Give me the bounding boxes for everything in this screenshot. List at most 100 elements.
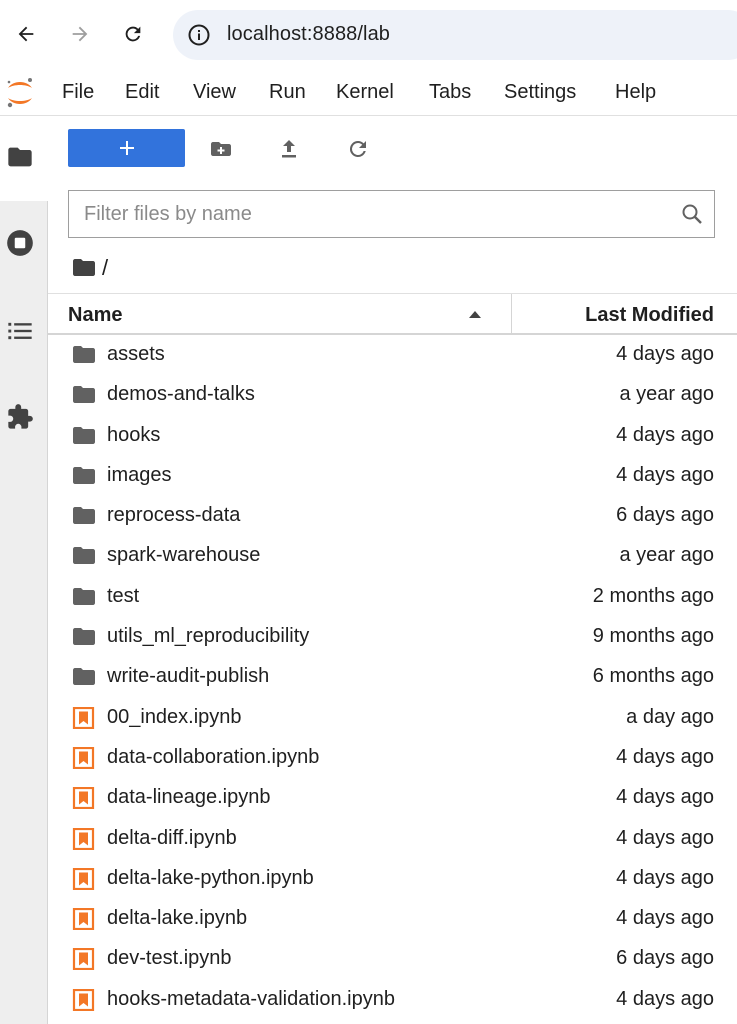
- file-last-modified: 9 months ago: [592, 625, 714, 648]
- forward-button[interactable]: [60, 14, 100, 54]
- folder-icon: [73, 507, 95, 525]
- column-divider[interactable]: [511, 294, 512, 334]
- file-name: hooks-metadata-validation.ipynb: [107, 987, 395, 1010]
- file-last-modified: 6 days ago: [616, 947, 714, 970]
- notebook-list-item[interactable]: delta-lake-python.ipynb 4 days ago: [48, 859, 737, 899]
- running-stop-icon: [7, 230, 33, 256]
- folder-icon: [73, 346, 95, 363]
- file-browser-panel: / Name Last Modified assets 4 days ago de…: [48, 117, 737, 1024]
- notebook-icon: [72, 706, 95, 729]
- main-menu-bar: File Edit View Run Kernel Tabs Settings …: [0, 70, 737, 116]
- folder-list-item[interactable]: demos-and-talks a year ago: [48, 375, 737, 415]
- folder-list-item[interactable]: spark-warehouse a year ago: [48, 536, 737, 576]
- file-name: spark-warehouse: [107, 544, 261, 567]
- menu-file[interactable]: File: [62, 81, 94, 104]
- upload-button[interactable]: [275, 135, 303, 163]
- extension-puzzle-icon: [8, 404, 33, 429]
- notebook-icon: [72, 746, 95, 769]
- filter-files-input[interactable]: [70, 192, 670, 236]
- menu-view[interactable]: View: [193, 81, 236, 104]
- notebook-list-item[interactable]: data-lineage.ipynb 4 days ago: [48, 778, 737, 818]
- file-last-modified: 4 days ago: [616, 866, 714, 889]
- menu-kernel[interactable]: Kernel: [336, 81, 394, 104]
- menu-tabs[interactable]: Tabs: [429, 81, 471, 104]
- file-list-header: Name Last Modified: [48, 293, 737, 335]
- folder-list-item[interactable]: test 2 months ago: [48, 577, 737, 617]
- extension-manager-tab[interactable]: [4, 401, 36, 433]
- url-text[interactable]: localhost:8888/lab: [227, 23, 390, 46]
- notebook-list-item[interactable]: delta-diff.ipynb 4 days ago: [48, 819, 737, 859]
- folder-icon: [73, 547, 95, 565]
- plus-icon: [119, 141, 134, 155]
- folder-list-item[interactable]: assets 4 days ago: [48, 335, 737, 375]
- file-last-modified: 4 days ago: [616, 786, 714, 809]
- file-last-modified: 6 days ago: [616, 504, 714, 527]
- file-name: assets: [107, 343, 165, 365]
- menu-settings[interactable]: Settings: [504, 81, 576, 104]
- folder-list-item[interactable]: utils_ml_reproducibility 9 months ago: [48, 617, 737, 657]
- file-name: delta-diff.ipynb: [107, 826, 237, 849]
- new-launcher-button[interactable]: [68, 129, 185, 167]
- file-name: reprocess-data: [107, 504, 241, 527]
- new-folder-button[interactable]: [207, 135, 235, 163]
- menu-run[interactable]: Run: [269, 81, 306, 104]
- filter-box: [68, 190, 715, 238]
- address-bar[interactable]: localhost:8888/lab: [173, 10, 737, 60]
- notebook-list-item[interactable]: hooks-metadata-validation.ipynb 4 days ag…: [48, 980, 737, 1020]
- file-last-modified: 4 days ago: [616, 826, 714, 849]
- forward-arrow-icon: [72, 26, 88, 42]
- file-last-modified: a year ago: [619, 383, 714, 406]
- file-name: 00_index.ipynb: [107, 705, 242, 728]
- folder-list-item[interactable]: reprocess-data 6 days ago: [48, 496, 737, 536]
- column-header-last-modified[interactable]: Last Modified: [585, 304, 714, 327]
- file-last-modified: 4 days ago: [616, 343, 714, 365]
- reload-button[interactable]: [113, 14, 153, 54]
- notebook-icon: [72, 908, 95, 931]
- folder-list-item[interactable]: hooks 4 days ago: [48, 416, 737, 456]
- column-header-name[interactable]: Name: [68, 304, 122, 327]
- file-last-modified: 4 days ago: [616, 423, 714, 446]
- upload-icon: [282, 140, 296, 158]
- home-folder-icon[interactable]: [72, 257, 96, 279]
- breadcrumb: /: [72, 254, 108, 282]
- file-name: images: [107, 463, 172, 486]
- file-last-modified: 2 months ago: [592, 584, 714, 607]
- file-name: dev-test.ipynb: [107, 947, 232, 970]
- file-name: utils_ml_reproducibility: [107, 625, 310, 648]
- info-icon[interactable]: [187, 23, 211, 47]
- folder-icon: [73, 386, 95, 404]
- folder-icon: [73, 587, 95, 605]
- folder-list-item[interactable]: images 4 days ago: [48, 456, 737, 496]
- sort-ascending-icon[interactable]: [467, 308, 483, 320]
- menu-help[interactable]: Help: [615, 81, 656, 104]
- folder-icon: [8, 147, 32, 167]
- file-last-modified: 4 days ago: [616, 463, 714, 486]
- jupyter-logo-icon: [7, 78, 32, 108]
- menu-edit[interactable]: Edit: [125, 81, 159, 104]
- new-folder-icon: [211, 142, 231, 156]
- refresh-icon: [349, 140, 366, 157]
- file-name: data-lineage.ipynb: [107, 786, 271, 809]
- notebook-icon: [72, 827, 95, 850]
- notebook-list-item[interactable]: 00_index.ipynb a day ago: [48, 698, 737, 738]
- folder-icon: [73, 628, 95, 646]
- file-last-modified: 4 days ago: [616, 987, 714, 1010]
- breadcrumb-root[interactable]: /: [102, 255, 108, 281]
- file-list: assets 4 days ago demos-and-talks a year a…: [48, 335, 737, 1020]
- left-activity-bar: [0, 117, 48, 1024]
- back-button[interactable]: [6, 14, 46, 54]
- file-name: demos-and-talks: [107, 383, 255, 406]
- table-of-contents-tab[interactable]: [4, 315, 36, 347]
- running-sessions-tab[interactable]: [4, 227, 36, 259]
- notebook-icon: [72, 787, 95, 810]
- file-browser-tab[interactable]: [4, 141, 36, 173]
- folder-list-item[interactable]: write-audit-publish 6 months ago: [48, 657, 737, 697]
- file-last-modified: 4 days ago: [616, 745, 714, 768]
- notebook-list-item[interactable]: data-collaboration.ipynb 4 days ago: [48, 738, 737, 778]
- file-last-modified: 4 days ago: [616, 907, 714, 930]
- refresh-file-list-button[interactable]: [344, 135, 372, 163]
- notebook-list-item[interactable]: delta-lake.ipynb 4 days ago: [48, 899, 737, 939]
- back-arrow-icon: [18, 26, 34, 42]
- browser-toolbar: localhost:8888/lab: [0, 0, 737, 70]
- notebook-list-item[interactable]: dev-test.ipynb 6 days ago: [48, 939, 737, 979]
